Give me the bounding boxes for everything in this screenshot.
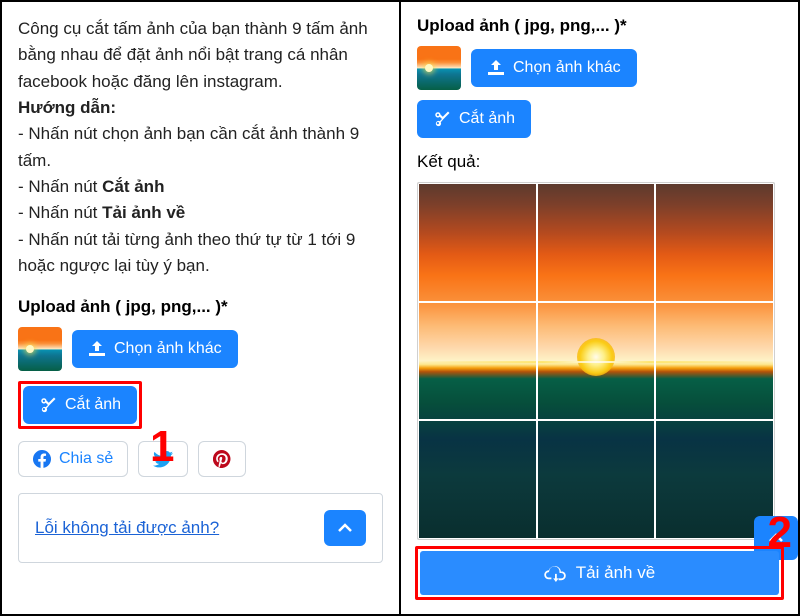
upload-label-right: Upload ảnh ( jpg, png,... )* bbox=[417, 16, 782, 36]
thumbnail-preview-right bbox=[417, 46, 461, 90]
cut-image-label-right: Cắt ảnh bbox=[459, 110, 515, 128]
scissors-icon bbox=[433, 110, 451, 128]
choose-image-button-left[interactable]: Chọn ảnh khác bbox=[72, 330, 238, 368]
facebook-share-button[interactable]: Chia sẻ bbox=[18, 441, 128, 477]
chevron-up-icon bbox=[337, 523, 353, 533]
choose-image-label: Chọn ảnh khác bbox=[114, 340, 222, 358]
scissors-icon bbox=[39, 396, 57, 414]
step-2-bold: Cắt ảnh bbox=[102, 177, 164, 196]
download-label: Tải ảnh về bbox=[576, 563, 655, 583]
upload-row-right: Chọn ảnh khác bbox=[417, 46, 782, 90]
cut-image-label: Cắt ảnh bbox=[65, 396, 121, 414]
cloud-download-icon bbox=[544, 564, 566, 582]
step-1: - Nhấn nút chọn ảnh bạn cần cắt ảnh thàn… bbox=[18, 124, 359, 169]
error-link-card: Lỗi không tải được ảnh? bbox=[18, 493, 383, 563]
cut-row-right: Cắt ảnh bbox=[417, 100, 782, 138]
pinterest-share-button[interactable] bbox=[198, 441, 246, 477]
choose-image-button-right[interactable]: Chọn ảnh khác bbox=[471, 49, 637, 87]
callout-box-1: Cắt ảnh bbox=[18, 381, 142, 429]
upload-row-left: Chọn ảnh khác bbox=[18, 327, 383, 371]
right-panel: Upload ảnh ( jpg, png,... )* Chọn ảnh kh… bbox=[401, 2, 798, 614]
guide-label: Hướng dẫn: bbox=[18, 98, 116, 117]
annotation-2: 2 bbox=[768, 508, 792, 558]
step-3-bold: Tải ảnh về bbox=[102, 203, 185, 222]
result-grid bbox=[417, 182, 775, 540]
social-row: Chia sẻ bbox=[18, 441, 383, 477]
facebook-share-label: Chia sẻ bbox=[59, 450, 113, 468]
grid-overlay bbox=[418, 183, 774, 539]
result-label: Kết quả: bbox=[417, 152, 782, 172]
step-3-prefix: - Nhấn nút bbox=[18, 203, 102, 222]
step-4: - Nhấn nút tải từng ảnh theo thứ tự từ 1… bbox=[18, 230, 355, 275]
upload-icon bbox=[88, 341, 106, 357]
callout-box-2: Tải ảnh về bbox=[415, 546, 784, 600]
pinterest-icon bbox=[213, 450, 231, 468]
download-button[interactable]: Tải ảnh về bbox=[420, 551, 779, 595]
left-panel: Công cụ cắt tấm ảnh của bạn thành 9 tấm … bbox=[2, 2, 401, 614]
choose-image-label-right: Chọn ảnh khác bbox=[513, 59, 621, 77]
scroll-top-button-left[interactable] bbox=[324, 510, 366, 546]
annotation-1: 1 bbox=[150, 422, 174, 472]
description-block: Công cụ cắt tấm ảnh của bạn thành 9 tấm … bbox=[18, 16, 383, 279]
upload-label-left: Upload ảnh ( jpg, png,... )* bbox=[18, 297, 383, 317]
cut-image-button-left[interactable]: Cắt ảnh bbox=[23, 386, 137, 424]
facebook-icon bbox=[33, 450, 51, 468]
cut-image-button-right[interactable]: Cắt ảnh bbox=[417, 100, 531, 138]
cut-row-left: Cắt ảnh bbox=[18, 381, 383, 429]
intro-text: Công cụ cắt tấm ảnh của bạn thành 9 tấm … bbox=[18, 19, 368, 91]
thumbnail-preview-left bbox=[18, 327, 62, 371]
step-2-prefix: - Nhấn nút bbox=[18, 177, 102, 196]
upload-icon bbox=[487, 60, 505, 76]
error-link[interactable]: Lỗi không tải được ảnh? bbox=[35, 518, 219, 538]
